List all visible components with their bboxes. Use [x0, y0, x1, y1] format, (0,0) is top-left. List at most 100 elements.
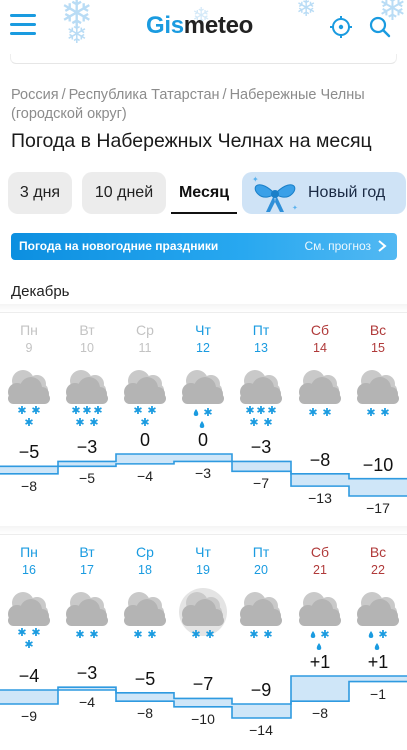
day-name: Сб — [310, 322, 330, 338]
day-column[interactable]: Вс 15 — [349, 322, 407, 356]
cloud-snow-icon: ✱ ✱ — [232, 588, 290, 654]
day-date: 20 — [254, 563, 268, 577]
svg-text:✱: ✱ — [249, 628, 258, 641]
day-column[interactable]: Ср 11 — [116, 322, 174, 356]
svg-text:✱: ✱ — [366, 406, 375, 419]
header-divider — [10, 54, 397, 64]
temperature-band-segment — [232, 704, 291, 718]
svg-text:✦: ✦ — [252, 175, 259, 184]
day-column[interactable]: Пн 16 — [0, 544, 58, 578]
min-temperature: −8 — [21, 477, 37, 494]
max-temperature: −9 — [250, 680, 272, 700]
svg-text:✱: ✱ — [147, 628, 156, 641]
day-column[interactable]: Пт 13 — [232, 322, 290, 356]
max-temperature: +1 — [367, 652, 389, 672]
temperature-band-segment — [174, 698, 232, 707]
svg-text:✱: ✱ — [249, 416, 258, 429]
max-temperature: 0 — [139, 430, 150, 450]
tab-3-days[interactable]: 3 дня — [8, 172, 72, 214]
svg-text:✱: ✱ — [89, 628, 98, 641]
svg-text:✱: ✱ — [140, 416, 149, 429]
day-column[interactable]: Ср 18 — [116, 544, 174, 578]
max-temperature: −5 — [18, 442, 40, 463]
day-name: Ср — [136, 322, 154, 338]
breadcrumb-item-country[interactable]: Россия — [11, 87, 59, 103]
active-tab-underline — [171, 212, 237, 214]
crosshair-icon[interactable] — [330, 16, 352, 38]
day-column[interactable]: Пт 20 — [232, 544, 290, 578]
max-temperature: −7 — [192, 674, 214, 695]
temperature-band-segment — [291, 676, 349, 702]
day-column[interactable]: Чт 12 — [174, 322, 232, 356]
day-name: Пт — [252, 544, 270, 560]
day-name: Пн — [20, 322, 38, 338]
svg-text:✱: ✱ — [191, 628, 200, 641]
svg-text:✱: ✱ — [378, 628, 387, 641]
tab-10-days[interactable]: 10 дней — [82, 172, 166, 214]
svg-text:✱: ✱ — [205, 628, 214, 641]
search-icon[interactable] — [369, 16, 391, 38]
banner-text: Погода на новогодние праздники — [19, 239, 219, 253]
day-name: Вт — [79, 544, 95, 560]
svg-text:✱: ✱ — [263, 416, 272, 429]
snowflake-decoration-icon: ❄ — [66, 20, 88, 50]
svg-text:✱: ✱ — [203, 406, 212, 419]
day-column[interactable]: Вс 22 — [349, 544, 407, 578]
month-label: Декабрь — [11, 283, 70, 300]
temperature-band-segment — [232, 461, 291, 472]
tab-month[interactable]: Месяц — [170, 172, 238, 214]
cloud-snow-icon: ✱ ✱ — [174, 588, 232, 654]
cloud-snow-icon: ✱ ✱ ✱ — [116, 366, 174, 432]
max-temperature: −10 — [362, 454, 394, 475]
svg-text:✱: ✱ — [308, 406, 317, 419]
week-separator — [0, 526, 407, 534]
cloud-snow-icon: ✱ ✱ ✱ — [0, 588, 58, 654]
day-column[interactable]: Чт 19 — [174, 544, 232, 578]
svg-text:✱: ✱ — [133, 628, 142, 641]
min-temperature: −4 — [137, 467, 153, 484]
cloud-snow-icon: ✱ ✱ — [291, 366, 349, 432]
day-date: 17 — [80, 563, 94, 577]
logo-part-gis: Gis — [146, 12, 184, 39]
week-separator — [0, 304, 407, 312]
max-temperature: −3 — [76, 437, 98, 458]
day-column[interactable]: Пн 9 — [0, 322, 58, 356]
day-name: Пт — [252, 322, 270, 338]
temperature-band-segment — [291, 473, 349, 487]
temperature-band-segment — [116, 692, 174, 702]
gismeteo-logo[interactable]: Gismeteo — [146, 12, 253, 40]
day-column[interactable]: Сб 14 — [291, 322, 349, 356]
min-temperature: −10 — [191, 710, 215, 727]
day-column[interactable]: Сб 21 — [291, 544, 349, 578]
logo-part-meteo: meteo — [183, 12, 254, 39]
day-name: Пн — [20, 544, 38, 560]
breadcrumb-item-region[interactable]: Республика Татарстан — [69, 87, 220, 103]
min-temperature: −8 — [137, 705, 153, 722]
chevron-right-icon — [378, 240, 387, 252]
day-name: Сб — [310, 544, 330, 560]
app-header: ❄ ❄ ❄ ❄ ❄ Gismeteo — [0, 0, 407, 54]
day-date: 9 — [25, 341, 33, 355]
banner-link[interactable]: См. прогноз — [305, 239, 371, 253]
menu-button[interactable] — [10, 14, 36, 36]
tab-label: Новый год — [308, 184, 386, 201]
min-temperature: −4 — [79, 694, 95, 710]
cloud-snow-icon: ✱ ✱ ✱ — [0, 366, 58, 432]
svg-text:✱: ✱ — [24, 416, 33, 429]
day-column[interactable]: Вт 10 — [58, 322, 116, 356]
svg-text:✱: ✱ — [380, 406, 389, 419]
temperature-band-segment — [174, 454, 232, 462]
min-temperature: −14 — [249, 722, 273, 738]
cloud-snow-icon: ✱ ✱ — [116, 588, 174, 654]
holiday-forecast-banner[interactable]: Погода на новогодние праздники См. прогн… — [11, 233, 397, 260]
day-date: 21 — [313, 563, 327, 577]
max-temperature: −3 — [76, 663, 98, 684]
day-name: Вт — [79, 322, 95, 338]
day-column[interactable]: Вт 17 — [58, 544, 116, 578]
svg-text:✱: ✱ — [24, 638, 33, 651]
cloud-snow-icon: ✱ ✱ ✱ ✱ ✱ — [58, 366, 116, 432]
day-date: 16 — [22, 563, 36, 577]
temperature-band-segment — [349, 676, 407, 682]
tab-new-year[interactable]: ✦ ✦ Новый год — [242, 172, 406, 214]
min-temperature: −7 — [253, 475, 269, 492]
